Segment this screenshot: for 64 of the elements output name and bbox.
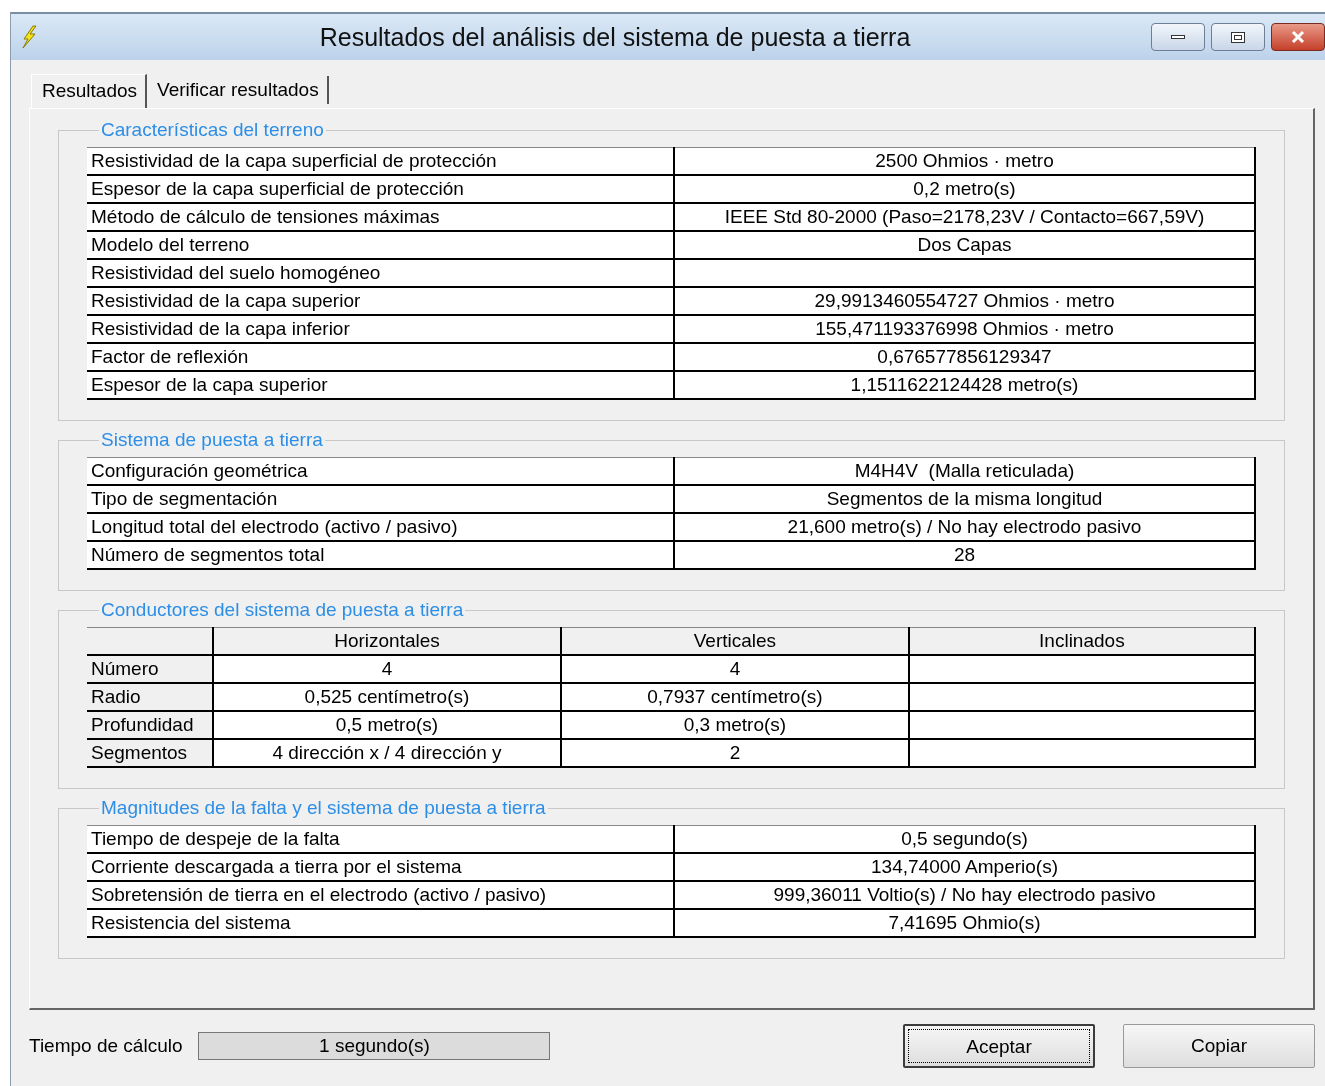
table-cell: 1,1511622124428 metro(s) [674,371,1255,399]
table-cell: 0,7937 centímetro(s) [561,683,909,711]
tab[interactable]: Resultados [31,74,148,108]
table-cell: Resistividad de la capa superior [87,287,674,315]
group-title: Sistema de puesta a tierra [100,429,324,451]
window-title: Resultados del análisis del sistema de puesta a tierra [318,22,912,52]
row-header-cell: Segmentos [87,739,213,767]
table-cell: 4 dirección x / 4 dirección y [212,739,562,767]
table-cell: 4 [212,655,562,683]
table-cell: Segmentos de la misma longitud [674,485,1255,513]
table-cell: Método de cálculo de tensiones máximas [87,203,674,231]
table-cell: Resistividad de la capa inferior [87,315,674,343]
maximize-button[interactable] [1211,23,1265,51]
group-title: Conductores del sistema de puesta a tierra [100,599,465,621]
table-cell: 21,600 metro(s) / No hay electrodo pasivo [674,513,1255,541]
table-cell: 0,2 metro(s) [674,175,1255,203]
table-header-cell: Inclinados [908,627,1255,655]
table-cell: 155,471193376998 Ohmios · metro [674,315,1255,343]
dialog-button[interactable]: Copiar [1123,1024,1315,1068]
table-cell: 0,5 metro(s) [212,711,562,739]
table-cell: Resistividad de la capa superficial de protección [87,147,674,175]
table-cell: Tipo de segmentación [87,485,674,513]
table-cell: 29,9913460554727 Ohmios · metro [674,287,1255,315]
table-cell: Espesor de la capa superficial de protección [87,175,674,203]
maximize-icon [1231,31,1245,43]
group-title: Características del terreno [100,119,325,141]
minimize-button[interactable] [1151,23,1205,51]
table-cell: 0,5 segundo(s) [674,825,1255,853]
table-cell: Resistencia del sistema [87,909,674,937]
row-header-cell: Número [87,655,213,683]
close-icon [1290,30,1306,44]
table-cell: Espesor de la capa superior [87,371,674,399]
table-cell: Sobretensión de tierra en el electrodo (activo / pasivo) [87,881,674,909]
calc-time-field: 1 segundo(s) [198,1032,551,1060]
group-title: Magnitudes de la falta y el sistema de puesta a tierra [100,797,547,819]
table-cell: 0,676577856129347 [674,343,1255,371]
table-cell: Corriente descargada a tierra por el sistema [87,853,674,881]
table-cell: Dos Capas [674,231,1255,259]
minimize-icon [1171,34,1185,40]
table-header-cell: Verticales [561,627,909,655]
row-header-cell: Radio [87,683,213,711]
table-cell: Longitud total del electrodo (activo / pasivo) [87,513,674,541]
table-cell: Resistividad del suelo homogéneo [87,259,674,287]
table-cell: 4 [561,655,909,683]
table-cell: IEEE Std 80-2000 (Paso=2178,23V / Contacto=667,59V) [674,203,1255,231]
table-cell: Número de segmentos total [87,541,674,569]
table-cell: Modelo del terreno [87,231,674,259]
dialog-button[interactable]: Aceptar [903,1024,1095,1068]
row-header-cell: Profundidad [87,711,213,739]
table-cell: M4H4V (Malla reticulada) [674,457,1255,485]
table-cell: 7,41695 Ohmio(s) [674,909,1255,937]
table-cell: 0,3 metro(s) [561,711,909,739]
table-cell: 999,36011 Voltio(s) / No hay electrodo pasivo [674,881,1255,909]
table-cell: 28 [674,541,1255,569]
table-cell: 134,74000 Amperio(s) [674,853,1255,881]
table-cell: 2500 Ohmios · metro [674,147,1255,175]
table-cell: 0,525 centímetro(s) [212,683,562,711]
calc-time-label: Tiempo de cálculo [29,1035,183,1057]
table-cell: Tiempo de despeje de la falta [87,825,674,853]
table-cell: 2 [561,739,909,767]
close-button[interactable] [1271,23,1325,51]
table-cell: Factor de reflexión [87,343,674,371]
table-cell: Configuración geométrica [87,457,674,485]
table-header-cell: Horizontales [212,627,562,655]
